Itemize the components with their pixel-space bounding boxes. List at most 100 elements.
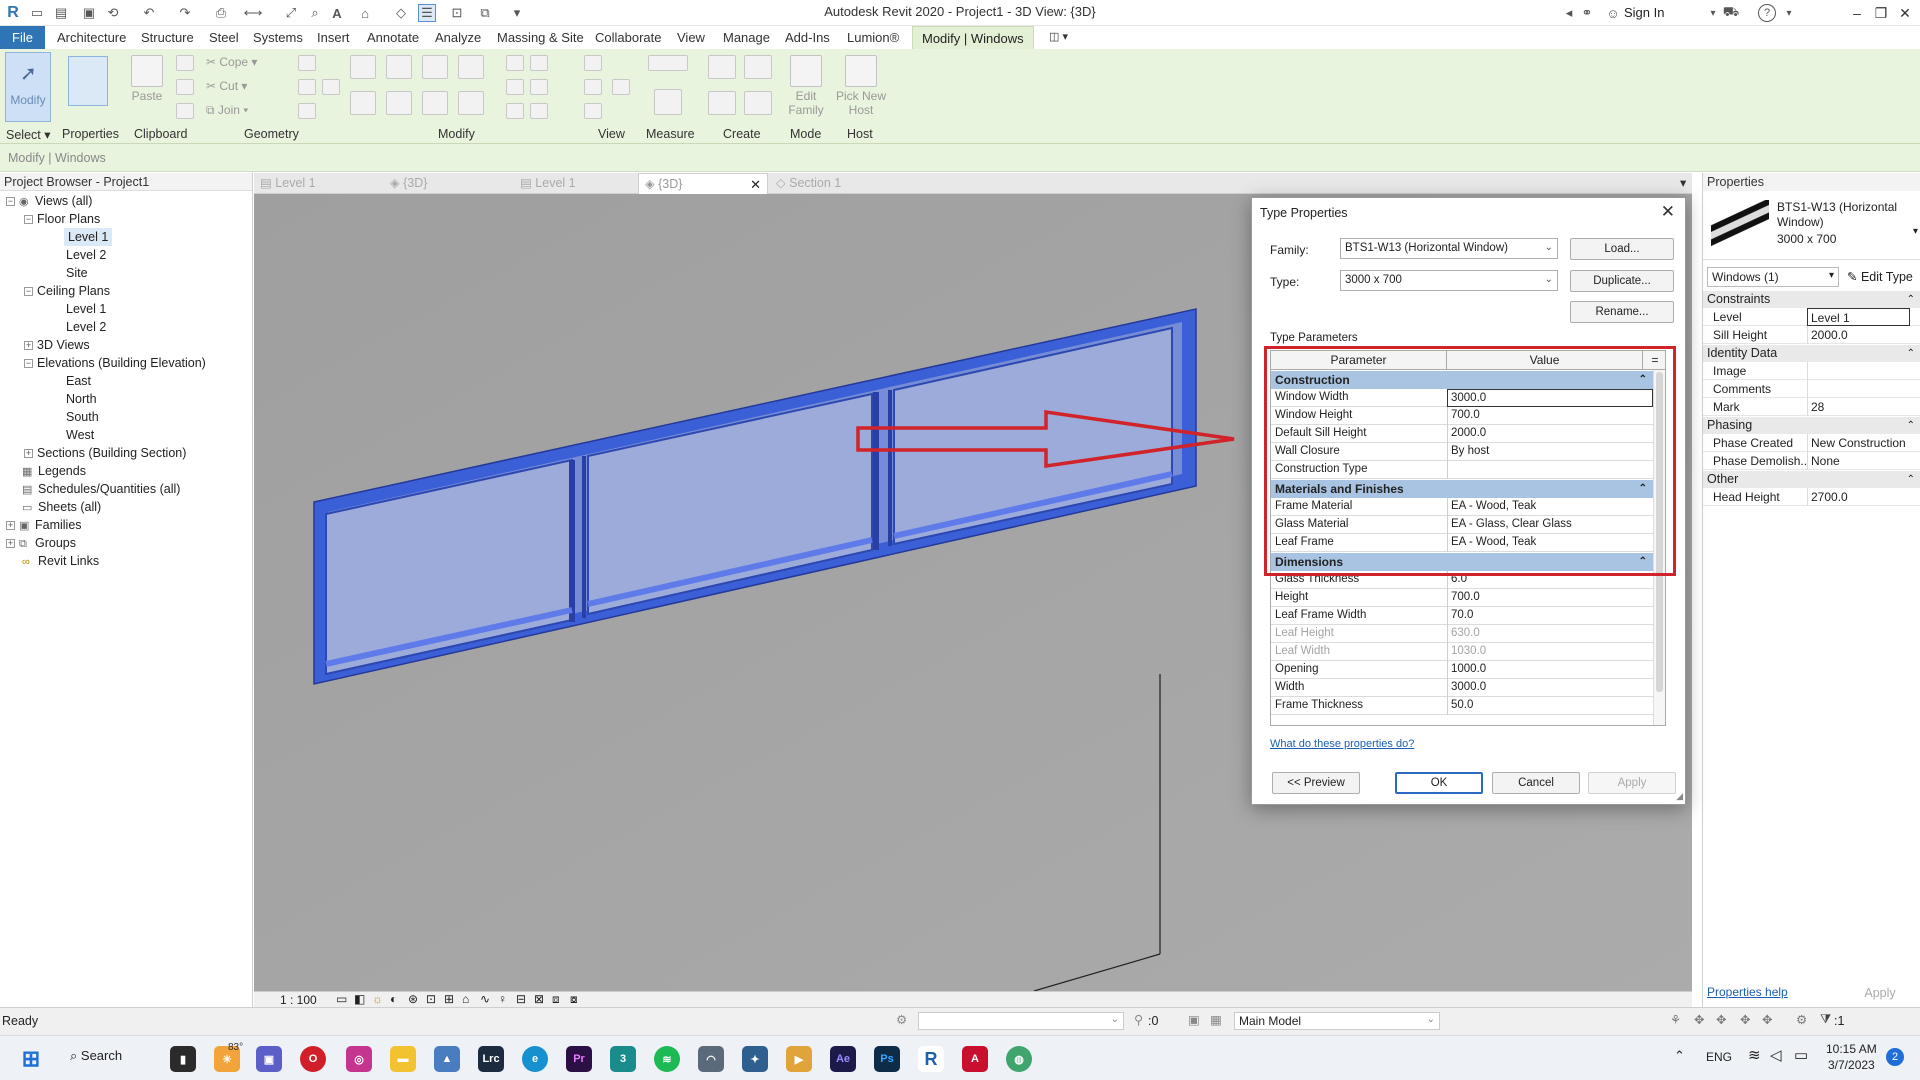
expand-icon[interactable]: +	[24, 341, 33, 351]
type-selector[interactable]: BTS1-W13 (Horizontal Window) 3000 x 700 …	[1703, 192, 1920, 260]
user-icon[interactable]: ☺	[1604, 4, 1622, 22]
tab-systems[interactable]: Systems	[244, 26, 312, 49]
expand-icon[interactable]: +	[6, 539, 15, 549]
type-dropdown-icon[interactable]: ▾	[1913, 226, 1918, 237]
lumion-icon[interactable]: ◠	[698, 1046, 724, 1072]
editable-only-icon[interactable]: ⚲	[1134, 1012, 1143, 1027]
contextual-dropdown-icon[interactable]: ◫ ▾	[1040, 26, 1077, 49]
pin-icon[interactable]	[530, 79, 548, 95]
create-group-icon[interactable]	[708, 91, 736, 115]
properties-help-link[interactable]: Properties help	[1707, 985, 1788, 999]
select-links-icon[interactable]: ⚘	[1670, 1012, 1681, 1027]
param-value-height[interactable]: 700.0	[1447, 589, 1653, 607]
geometry-tool-4-icon[interactable]	[322, 79, 340, 95]
help-dropdown-icon[interactable]: ▾	[1780, 4, 1798, 22]
tab-file[interactable]: File	[0, 26, 45, 49]
tab-architecture[interactable]: Architecture	[48, 26, 135, 49]
task-view-icon[interactable]: ▮	[170, 1046, 196, 1072]
modify-tool-button[interactable]: ➚ Modify	[5, 52, 51, 122]
edit-family-button[interactable]: Edit Family	[788, 55, 824, 117]
temp-hide-icon[interactable]: ∿	[480, 992, 490, 1006]
filter-icon[interactable]: ⧩	[1820, 1012, 1831, 1027]
collapse-icon[interactable]: −	[6, 197, 15, 207]
autocad-icon[interactable]: A	[962, 1046, 988, 1072]
group-constraints[interactable]: Constraints ⌃	[1703, 291, 1920, 308]
close-window-button[interactable]: ✕	[1894, 2, 1916, 24]
override-icon[interactable]	[584, 79, 602, 95]
view-tool-icon[interactable]	[612, 79, 630, 95]
hide-icon[interactable]	[584, 55, 602, 71]
battery-icon[interactable]: ▭	[1794, 1046, 1808, 1064]
minimize-button[interactable]: –	[1846, 2, 1868, 24]
3ds-max-icon[interactable]: 3	[610, 1046, 636, 1072]
crop-view-icon[interactable]: ⊡	[426, 992, 436, 1006]
view-tab-3d-active[interactable]: ◈ {3D} ✕	[638, 173, 768, 194]
nav-back-icon[interactable]: ◂	[1560, 4, 1578, 22]
linework-icon[interactable]	[584, 103, 602, 119]
photoshop-icon[interactable]: Ps	[874, 1046, 900, 1072]
dimension-tool-icon[interactable]	[654, 89, 682, 115]
scale-icon[interactable]	[506, 79, 524, 95]
prop-value-phase-demolished[interactable]: None	[1807, 452, 1910, 470]
collapse-icon[interactable]: ⌃	[1907, 291, 1915, 308]
cancel-button[interactable]: Cancel	[1492, 772, 1580, 794]
maps-icon[interactable]: ◍	[1006, 1046, 1032, 1072]
collapse-icon[interactable]: ⌃	[1907, 417, 1915, 434]
tab-list-dropdown-icon[interactable]: ▾	[1674, 173, 1692, 194]
create-similar-icon[interactable]	[744, 91, 772, 115]
tab-massing-site[interactable]: Massing & Site	[488, 26, 593, 49]
rendering-icon[interactable]: ⊛	[408, 992, 418, 1006]
drag-elements-icon[interactable]: ✥	[1762, 1012, 1772, 1027]
collapse-icon[interactable]: −	[24, 359, 33, 369]
lock-3d-icon[interactable]: ⌂	[462, 992, 469, 1006]
tab-steel[interactable]: Steel	[200, 26, 248, 49]
tree-sections[interactable]: + Sections (Building Section)	[24, 444, 186, 462]
tree-elevation-north[interactable]: North	[66, 390, 97, 408]
type-select[interactable]: 3000 x 700 ⌄	[1340, 270, 1558, 291]
prop-value-phase-created[interactable]: New Construction	[1807, 434, 1910, 452]
cut-geometry-button[interactable]: ✂ Cut ▾	[206, 79, 247, 93]
tree-floor-plan-site[interactable]: Site	[66, 264, 88, 282]
collapse-icon[interactable]: ⌃	[1907, 471, 1915, 488]
tab-insert[interactable]: Insert	[308, 26, 359, 49]
align-icon[interactable]	[350, 55, 376, 79]
prop-value-level[interactable]: Level 1	[1807, 308, 1910, 326]
expand-icon[interactable]: +	[6, 521, 15, 531]
unpin-icon[interactable]	[506, 103, 524, 119]
tree-floor-plans[interactable]: − Floor Plans	[24, 210, 100, 228]
tab-lumion[interactable]: Lumion®	[838, 26, 908, 49]
cart-icon[interactable]: ⛟	[1722, 4, 1740, 22]
tree-ceiling-level-2[interactable]: Level 2	[66, 318, 106, 336]
group-other[interactable]: Other ⌃	[1703, 471, 1920, 488]
collapse-icon[interactable]: −	[24, 215, 33, 225]
worksharing-icon[interactable]: ⊟	[516, 992, 526, 1006]
mirror-axis-icon[interactable]	[422, 55, 448, 79]
mirror-draw-icon[interactable]	[458, 55, 484, 79]
tab-annotate[interactable]: Annotate	[358, 26, 428, 49]
tree-revit-links[interactable]: ∞ Revit Links	[22, 552, 99, 570]
cut-tool-icon[interactable]	[176, 55, 194, 71]
expand-icon[interactable]: +	[24, 449, 33, 459]
cope-button[interactable]: ✂ Cope ▾	[206, 55, 257, 69]
opera-icon[interactable]: O	[300, 1046, 326, 1072]
volume-icon[interactable]: ◁	[1770, 1046, 1782, 1064]
paste-button[interactable]: Paste	[130, 55, 164, 103]
file-explorer-icon[interactable]: ▬	[390, 1046, 416, 1072]
instance-filter-select[interactable]: Windows (1) ▾	[1707, 267, 1839, 287]
taskbar-search[interactable]: ⌕ Search	[70, 1048, 122, 1070]
help-link[interactable]: What do these properties do?	[1270, 738, 1414, 750]
properties-tool-button[interactable]	[68, 56, 108, 106]
param-value-leaf-frame-width[interactable]: 70.0	[1447, 607, 1653, 625]
help-icon[interactable]: ?	[1758, 4, 1776, 22]
tree-groups[interactable]: + ⧉ Groups	[6, 534, 76, 552]
background-process-icon[interactable]: ⚙	[1796, 1012, 1807, 1027]
sun-path-icon[interactable]: ☼	[372, 992, 383, 1006]
geometry-tool-2-icon[interactable]	[298, 79, 316, 95]
collapse-icon[interactable]: ⌃	[1907, 345, 1915, 362]
shadows-icon[interactable]: ◐	[390, 992, 397, 1006]
spotify-icon[interactable]: ≋	[654, 1046, 680, 1072]
premiere-icon[interactable]: Pr	[566, 1046, 592, 1072]
tab-view[interactable]: View	[668, 26, 714, 49]
param-value-frame-thickness[interactable]: 50.0	[1447, 697, 1653, 715]
prop-value-mark[interactable]: 28	[1807, 398, 1910, 416]
